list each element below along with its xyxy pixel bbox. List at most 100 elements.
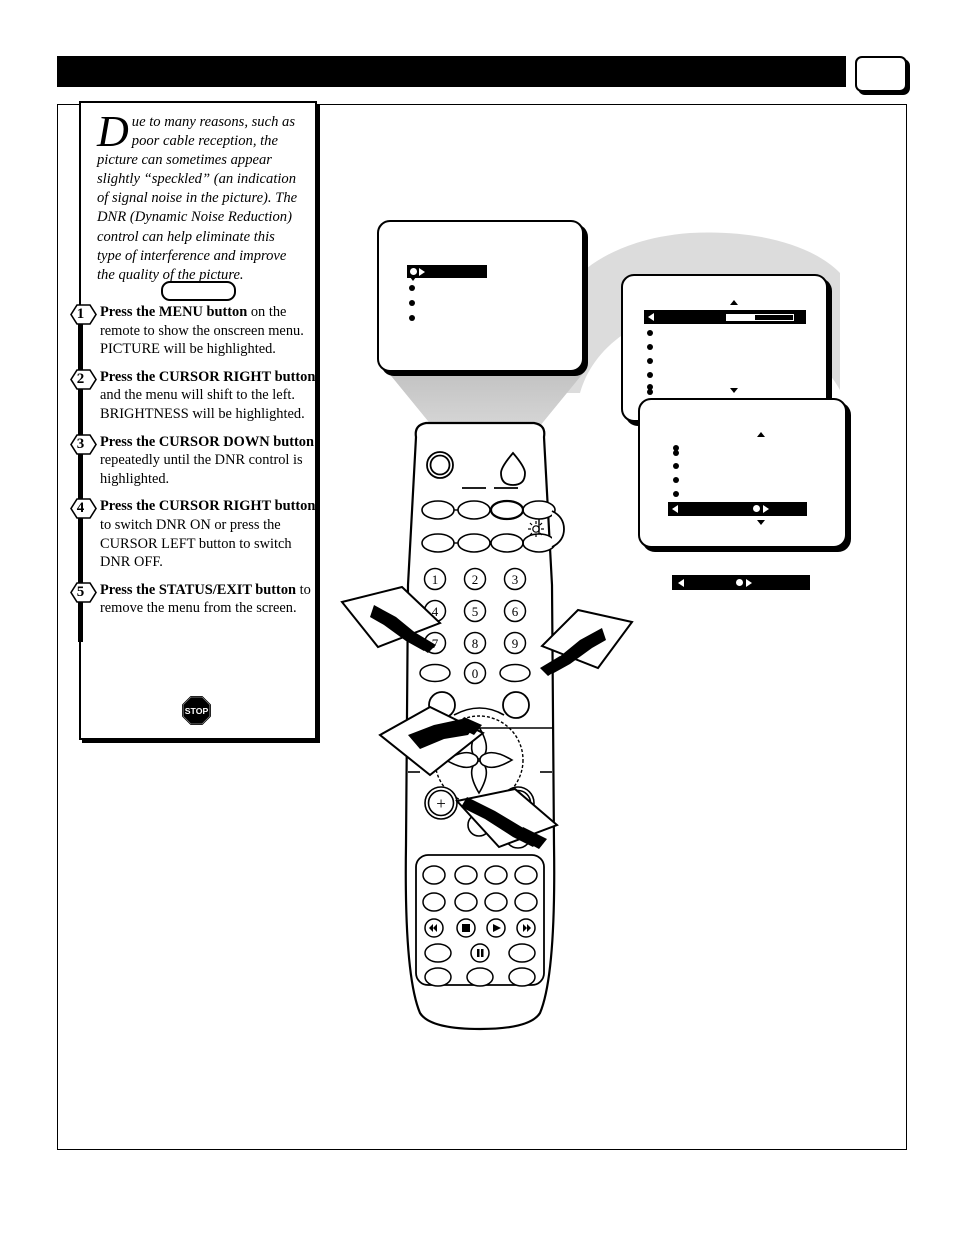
osd-status-arrow-left-icon	[678, 579, 684, 587]
step-list: 1 Press the MENU button on the remote to …	[70, 303, 320, 642]
drop-cap: D	[97, 107, 129, 156]
osd-cursor-dot-3	[753, 505, 760, 512]
pause-icon-bar-2	[481, 949, 484, 957]
manual-page: Due to many reasons, such as poor cable …	[0, 0, 954, 1235]
key-8-label: 8	[472, 636, 479, 651]
step-marker-1: 1	[70, 304, 97, 396]
step-number-3: 3	[76, 435, 85, 452]
stop-icon: STOP	[181, 695, 212, 726]
stop-icon-label: STOP	[185, 706, 209, 716]
intro-box: Due to many reasons, such as poor cable …	[79, 101, 317, 283]
step-number-4: 4	[76, 500, 85, 517]
vcr-button-11[interactable]	[424, 967, 452, 987]
intro-text: Due to many reasons, such as poor cable …	[97, 107, 301, 285]
vcr-button-8[interactable]	[514, 892, 538, 912]
pointing-hand-right	[540, 608, 634, 676]
osd-highlight-bar-3	[668, 502, 807, 516]
function-button-b1[interactable]	[421, 533, 455, 553]
osd-arrow-left-icon-3	[672, 505, 678, 513]
osd-slider-fill	[726, 314, 754, 321]
step-5: 5 Press the STATUS/EXIT button to remove …	[70, 581, 320, 642]
step-rail-4	[78, 518, 83, 587]
key-right-of-zero[interactable]	[499, 663, 531, 683]
step-bold-lead-2: Press the CURSOR RIGHT button	[100, 368, 316, 385]
step-4: 4 Press the CURSOR RIGHT button to switch…	[70, 497, 320, 587]
function-button-b2[interactable]	[457, 533, 491, 553]
step-rail-5	[78, 601, 83, 642]
side-button[interactable]	[551, 510, 565, 548]
osd-bullet-12	[673, 463, 679, 469]
osd-arrow-right-icon-3	[763, 505, 769, 513]
step-bold-lead-1: Press the MENU button	[100, 304, 248, 320]
osd-bullet-2	[409, 300, 415, 306]
osd-bullet-1	[409, 285, 415, 291]
osd-slider-track	[754, 314, 794, 321]
osd-bullet-5	[647, 344, 653, 350]
osd-bullet-4	[647, 330, 653, 336]
key-9-label: 9	[512, 636, 519, 651]
step-number-5: 5	[76, 583, 85, 600]
pointing-hand-lower	[378, 705, 485, 777]
osd-bullet-7	[647, 372, 653, 378]
osd-arrow-down-icon-3	[757, 520, 765, 525]
key-3-label: 3	[512, 572, 519, 587]
osd-highlight-bar-2	[644, 310, 806, 324]
pointing-hand-transport	[455, 787, 559, 849]
step-number-2: 2	[76, 370, 85, 387]
function-button-b4[interactable]	[522, 533, 556, 553]
step-bold-lead-5: Press the STATUS/EXIT button	[100, 581, 297, 598]
vcr-button-1[interactable]	[422, 865, 446, 885]
vcr-button-5[interactable]	[422, 892, 446, 912]
key-left-of-zero[interactable]	[419, 663, 451, 683]
function-button-b3[interactable]	[490, 533, 524, 553]
osd-bullet-11	[673, 450, 679, 456]
vcr-button-10[interactable]	[508, 943, 536, 963]
step-text-2: Press the CURSOR RIGHT button and the me…	[100, 368, 320, 424]
key-6-label: 6	[512, 604, 519, 619]
vcr-button-13[interactable]	[508, 967, 536, 987]
vcr-button-2[interactable]	[454, 865, 478, 885]
page-number-box	[855, 56, 907, 92]
step-2: 2 Press the CURSOR RIGHT button and the m…	[70, 368, 320, 457]
osd-cursor-dot-1	[410, 268, 417, 275]
vcr-button-4[interactable]	[514, 865, 538, 885]
step-bold-lead-3: Press the CURSOR DOWN button	[100, 433, 315, 450]
osd-arrow-up-icon-2	[730, 300, 738, 305]
step-text-1: Press the MENU button on the remote to s…	[100, 303, 320, 359]
osd-bullet-14	[673, 491, 679, 497]
osd-arrow-right-icon-1	[419, 268, 425, 276]
volume-up-label: +	[436, 794, 446, 813]
osd-status-bar	[672, 575, 810, 590]
status-exit-button[interactable]	[502, 691, 530, 719]
pill-divider	[161, 281, 236, 301]
osd-status-arrow-right-icon	[746, 579, 752, 587]
vcr-button-7[interactable]	[484, 892, 508, 912]
osd-highlight-bar-1	[407, 265, 487, 278]
step-marker-4: 4	[70, 498, 97, 587]
stop-square-icon	[462, 924, 470, 932]
pause-button[interactable]	[470, 943, 490, 963]
osd-arrow-down-icon-1	[410, 277, 416, 281]
key-0-label: 0	[472, 666, 479, 681]
vcr-button-12[interactable]	[466, 967, 494, 987]
vcr-button-3[interactable]	[484, 865, 508, 885]
osd-arrow-down-icon-2	[730, 388, 738, 393]
osd-bullet-9	[647, 389, 653, 395]
step-1: 1 Press the MENU button on the remote to …	[70, 303, 320, 396]
function-button-a1[interactable]	[421, 500, 455, 520]
osd-arrow-up-icon-3	[757, 432, 765, 437]
step-body-3: repeatedly until the DNR control is high…	[100, 452, 303, 487]
step-bold-lead-4: Press the CURSOR RIGHT button	[100, 498, 316, 515]
header-bar	[57, 56, 846, 87]
tv-screen-picture-menu	[377, 220, 584, 372]
osd-bullet-6	[647, 358, 653, 364]
key-2-label: 2	[472, 572, 479, 587]
key-5-label: 5	[472, 604, 479, 619]
function-button-a4[interactable]	[522, 500, 556, 520]
function-button-a2[interactable]	[457, 500, 491, 520]
step-marker-2: 2	[70, 368, 97, 457]
vcr-button-9[interactable]	[424, 943, 452, 963]
vcr-button-6[interactable]	[454, 892, 478, 912]
step-text-5: Press the STATUS/EXIT button to remove t…	[100, 581, 320, 618]
function-button-a3[interactable]	[489, 499, 525, 521]
